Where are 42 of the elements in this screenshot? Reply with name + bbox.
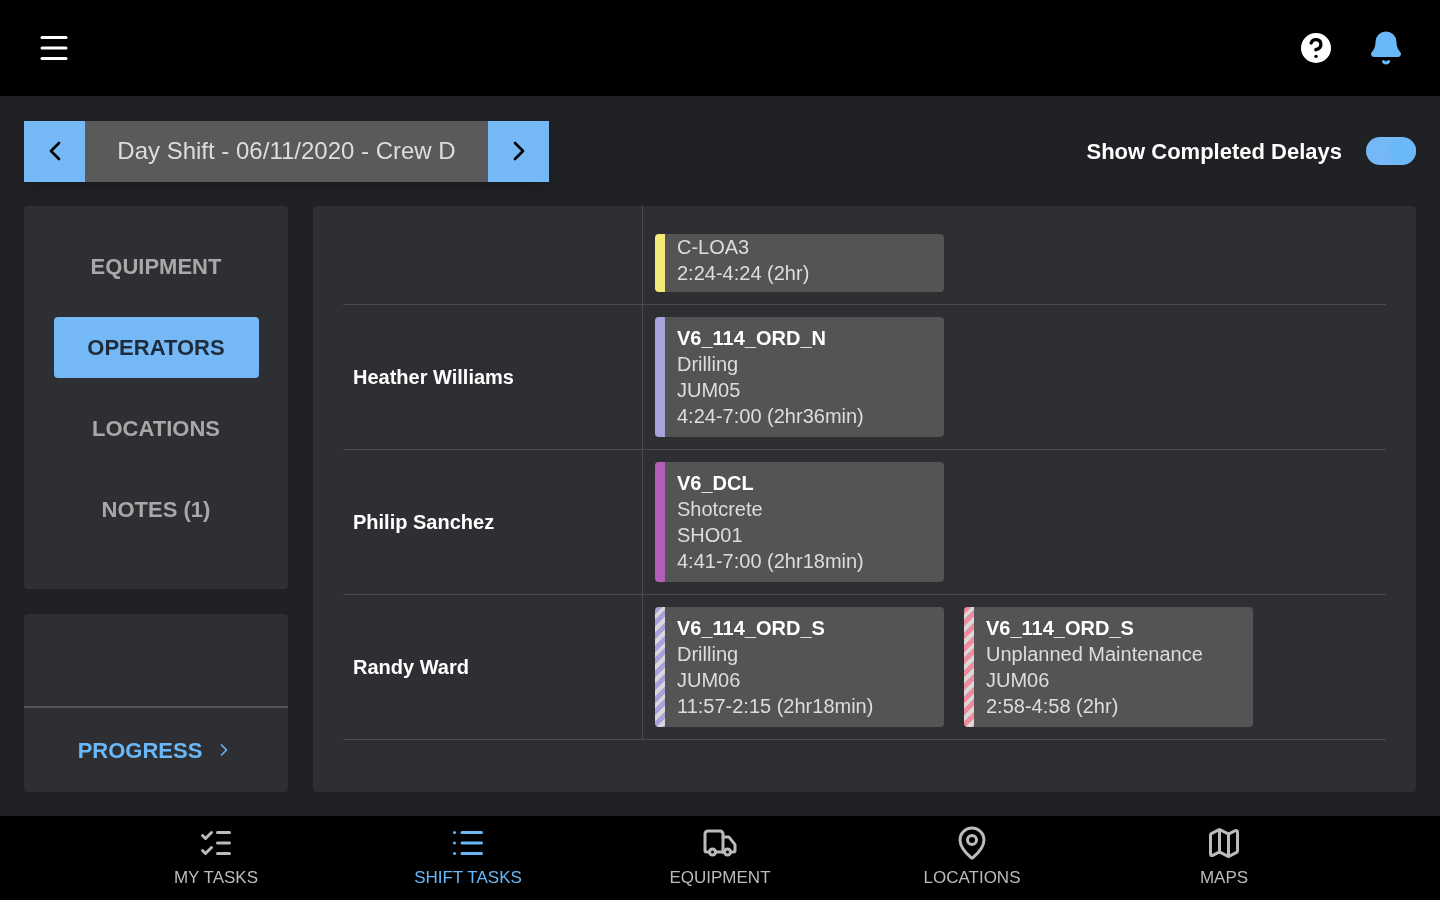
sidebar-tab[interactable]: OPERATORS [53,317,259,378]
task-card[interactable]: V6_DCL Shotcrete SHO01 4:41-7:00 (2hr18min) [655,462,944,582]
toggle-switch[interactable] [1366,137,1416,165]
task-detail: C-LOA3 [677,235,751,260]
task-detail: 4:24-7:00 (2hr36min) [677,404,864,429]
task-detail: JUM06 [677,668,742,693]
task-title: V6_114_ORD_S [986,616,1135,641]
task-title: V6_DCL [677,471,755,496]
task-card[interactable]: V6_114_ORD_S Drilling JUM06 11:57-2:15 (2hr18min) [655,607,944,727]
task-detail: JUM06 [986,668,1051,693]
next-shift-button[interactable] [488,120,549,182]
task-detail: Unplanned Maintenance [986,642,1203,667]
sidebar-tab[interactable]: LOCATIONS [53,398,259,459]
task-detail: Drilling [677,642,740,667]
toggle-label: Show Completed Delays [1086,137,1342,166]
task-title: V6_114_ORD_N [677,326,827,351]
bottom-nav-tab[interactable]: MAPS [1128,816,1320,900]
sidebar-tab[interactable]: EQUIPMENT [53,236,259,297]
notifications-icon[interactable] [1368,30,1404,66]
previous-shift-button[interactable] [24,120,85,182]
task-detail: 2:24-4:24 (2hr) [677,261,810,286]
bottom-nav-tab[interactable]: EQUIPMENT [624,816,816,900]
task-detail: Drilling [677,352,740,377]
task-card[interactable]: V6_114_ORD_S Unplanned Maintenance JUM06 2:58-4:58 (2hr) [964,607,1253,727]
operator-name: Heather Williams [353,365,514,390]
task-title: V6_114_ORD_S [677,616,826,641]
shift-label: Day Shift - 06/11/2020 - Crew D [85,120,488,182]
task-detail: 11:57-2:15 (2hr18min) [677,694,874,719]
bottom-nav-tab[interactable]: SHIFT TASKS [372,816,564,900]
task-detail: 2:58-4:58 (2hr) [986,694,1120,719]
task-detail: SHO01 [677,523,744,548]
task-card[interactable]: V6_114_ORD_N Drilling JUM05 4:24-7:00 (2hr36min) [655,317,944,437]
sidebar-tab[interactable]: NOTES (1) [53,479,259,540]
task-detail: 4:41-7:00 (2hr18min) [677,549,864,574]
progress-link[interactable]: PROGRESS [24,708,288,792]
bottom-nav-tab[interactable]: MY TASKS [120,816,312,900]
bottom-nav-tab[interactable]: LOCATIONS [876,816,1068,900]
operator-name: Randy Ward [353,655,469,680]
task-detail: JUM05 [677,378,742,403]
task-card[interactable]: C-LOA3 2:24-4:24 (2hr) [655,234,944,292]
task-detail: Shotcrete [677,497,764,522]
operator-name: Philip Sanchez [353,510,495,535]
